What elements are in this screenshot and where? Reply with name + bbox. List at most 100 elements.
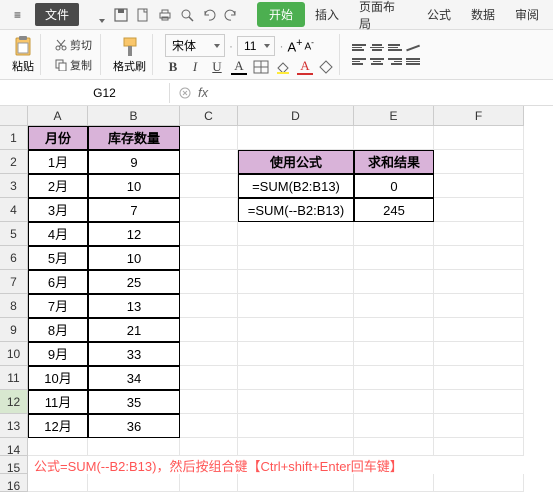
row-header-12[interactable]: 12 bbox=[0, 390, 28, 414]
cell[interactable] bbox=[28, 474, 88, 492]
fx-cancel-icon[interactable] bbox=[178, 86, 192, 100]
font-name-select[interactable]: 宋体 bbox=[165, 34, 225, 57]
cell[interactable] bbox=[238, 438, 354, 456]
cell[interactable] bbox=[354, 222, 434, 246]
file-dropdown[interactable] bbox=[83, 11, 107, 19]
cell[interactable] bbox=[180, 294, 238, 318]
row-header-1[interactable]: 1 bbox=[0, 126, 28, 150]
row-header-8[interactable]: 8 bbox=[0, 294, 28, 318]
cell[interactable]: 7 bbox=[88, 198, 180, 222]
cell[interactable]: =SUM(--B2:B13) bbox=[238, 198, 354, 222]
file-menu[interactable]: 文件 bbox=[35, 3, 79, 26]
row-header-6[interactable]: 6 bbox=[0, 246, 28, 270]
cell[interactable]: 3月 bbox=[28, 198, 88, 222]
cell[interactable] bbox=[180, 474, 238, 492]
cell[interactable] bbox=[434, 270, 524, 294]
cell[interactable] bbox=[434, 246, 524, 270]
cell[interactable] bbox=[354, 246, 434, 270]
cell[interactable]: 35 bbox=[88, 390, 180, 414]
cell[interactable]: 12 bbox=[88, 222, 180, 246]
diamond-icon[interactable] bbox=[319, 60, 333, 74]
cell[interactable] bbox=[180, 174, 238, 198]
indent-button[interactable] bbox=[406, 56, 420, 68]
cell[interactable] bbox=[354, 270, 434, 294]
fx-label[interactable]: fx bbox=[198, 85, 208, 100]
cell[interactable]: 10 bbox=[88, 174, 180, 198]
cell[interactable] bbox=[180, 342, 238, 366]
cell[interactable]: 9月 bbox=[28, 342, 88, 366]
cell[interactable] bbox=[354, 474, 434, 492]
cell[interactable] bbox=[238, 366, 354, 390]
cell[interactable]: 25 bbox=[88, 270, 180, 294]
hamburger-icon[interactable]: ≡ bbox=[4, 4, 31, 26]
cell[interactable]: 34 bbox=[88, 366, 180, 390]
cell[interactable] bbox=[180, 126, 238, 150]
row-header-14[interactable]: 14 bbox=[0, 438, 28, 456]
paste-button[interactable]: 粘贴 bbox=[12, 35, 34, 74]
cell[interactable]: 库存数量 bbox=[88, 126, 180, 150]
cell[interactable] bbox=[434, 174, 524, 198]
italic-button[interactable]: I bbox=[187, 59, 203, 75]
align-middle-button[interactable] bbox=[370, 42, 384, 54]
cell[interactable] bbox=[354, 126, 434, 150]
cell[interactable] bbox=[180, 318, 238, 342]
cell[interactable]: 13 bbox=[88, 294, 180, 318]
cell[interactable] bbox=[434, 342, 524, 366]
cell[interactable] bbox=[354, 342, 434, 366]
cell[interactable] bbox=[180, 246, 238, 270]
cell[interactable] bbox=[180, 438, 238, 456]
tab-formulas[interactable]: 公式 bbox=[417, 2, 461, 27]
orientation-button[interactable] bbox=[406, 42, 420, 54]
fill-color-button[interactable] bbox=[275, 60, 291, 74]
cell[interactable]: 9 bbox=[88, 150, 180, 174]
tab-review[interactable]: 审阅 bbox=[505, 2, 549, 27]
cell[interactable] bbox=[180, 414, 238, 438]
row-header-7[interactable]: 7 bbox=[0, 270, 28, 294]
cell[interactable]: 10 bbox=[88, 246, 180, 270]
col-header-a[interactable]: A bbox=[28, 106, 88, 126]
decrease-font-button[interactable]: A- bbox=[304, 37, 313, 54]
cell[interactable]: 月份 bbox=[28, 126, 88, 150]
align-left-button[interactable] bbox=[352, 56, 366, 68]
cell[interactable] bbox=[434, 294, 524, 318]
cell[interactable] bbox=[434, 222, 524, 246]
cell[interactable] bbox=[28, 438, 88, 456]
cell[interactable]: 使用公式 bbox=[238, 150, 354, 174]
cell[interactable] bbox=[180, 198, 238, 222]
text-color-button[interactable]: A bbox=[297, 59, 313, 75]
borders-button[interactable] bbox=[253, 60, 269, 74]
cell[interactable]: 10月 bbox=[28, 366, 88, 390]
copy-button[interactable]: 复制 bbox=[53, 56, 94, 74]
cell[interactable] bbox=[434, 150, 524, 174]
cell[interactable]: 0 bbox=[354, 174, 434, 198]
cell[interactable] bbox=[238, 390, 354, 414]
cell[interactable] bbox=[180, 390, 238, 414]
cell[interactable] bbox=[434, 414, 524, 438]
redo-icon[interactable] bbox=[223, 7, 239, 23]
row-header-10[interactable]: 10 bbox=[0, 342, 28, 366]
cell[interactable]: 求和结果 bbox=[354, 150, 434, 174]
cell[interactable] bbox=[238, 270, 354, 294]
undo-icon[interactable] bbox=[201, 7, 217, 23]
cell[interactable] bbox=[354, 390, 434, 414]
underline-button[interactable]: U bbox=[209, 59, 225, 75]
align-center-button[interactable] bbox=[370, 56, 384, 68]
cell[interactable] bbox=[434, 474, 524, 492]
cell[interactable] bbox=[180, 150, 238, 174]
cell[interactable]: 5月 bbox=[28, 246, 88, 270]
cell[interactable] bbox=[434, 366, 524, 390]
cell[interactable]: 36 bbox=[88, 414, 180, 438]
tab-insert[interactable]: 插入 bbox=[305, 2, 349, 27]
cell[interactable] bbox=[354, 294, 434, 318]
name-box[interactable]: G12 bbox=[40, 83, 170, 103]
row-header-13[interactable]: 13 bbox=[0, 414, 28, 438]
row-header-11[interactable]: 11 bbox=[0, 366, 28, 390]
col-header-d[interactable]: D bbox=[238, 106, 354, 126]
cell[interactable]: 4月 bbox=[28, 222, 88, 246]
cut-button[interactable]: 剪切 bbox=[53, 36, 94, 54]
row-header-5[interactable]: 5 bbox=[0, 222, 28, 246]
cell[interactable] bbox=[88, 438, 180, 456]
cell[interactable]: 21 bbox=[88, 318, 180, 342]
cell[interactable] bbox=[434, 198, 524, 222]
cell[interactable] bbox=[354, 414, 434, 438]
